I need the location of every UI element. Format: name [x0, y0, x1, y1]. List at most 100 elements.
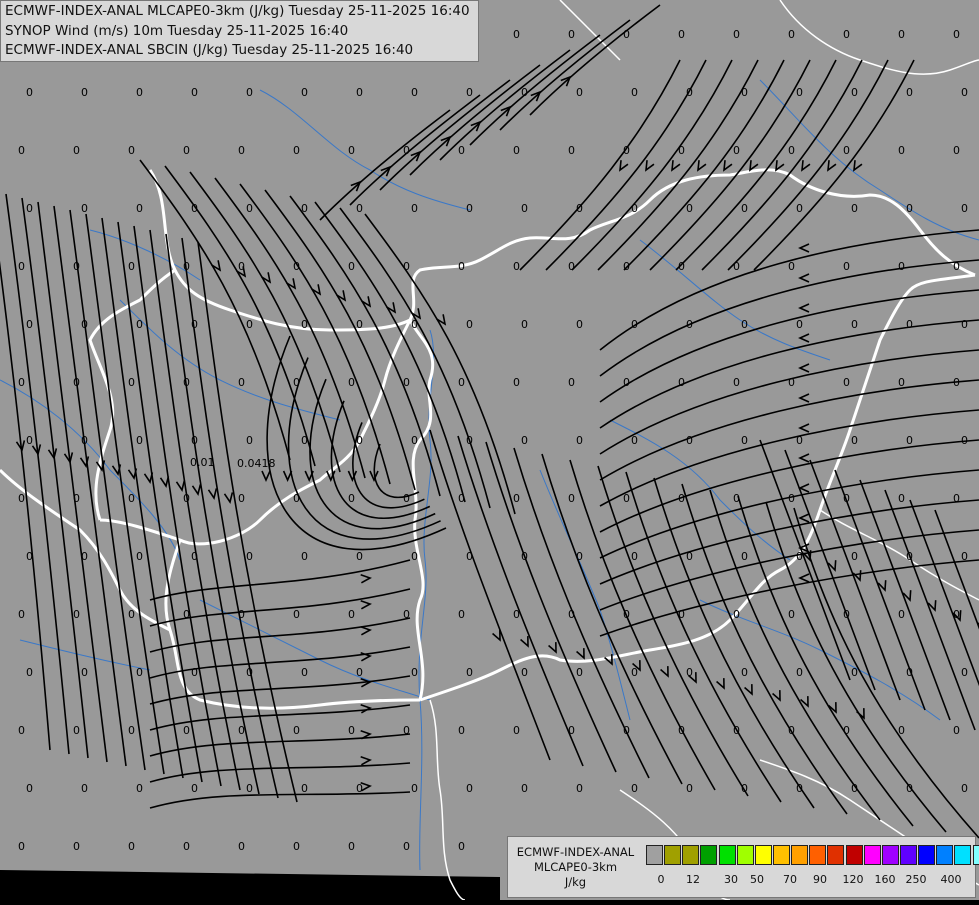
value-label: 0: [576, 202, 583, 215]
value-label: 0: [293, 492, 300, 505]
value-label: 0: [81, 550, 88, 563]
value-label: 0: [238, 144, 245, 157]
value-label: 0: [183, 376, 190, 389]
value-label: 0: [733, 28, 740, 41]
value-label: 0: [238, 376, 245, 389]
value-label: 0: [961, 318, 968, 331]
value-label: 0: [73, 608, 80, 621]
value-label: 0: [348, 144, 355, 157]
value-label: 0: [521, 550, 528, 563]
value-label: 0: [466, 550, 473, 563]
value-label: 0: [568, 376, 575, 389]
value-label: 0: [18, 724, 25, 737]
value-label: 0: [411, 666, 418, 679]
legend-swatch: [918, 845, 936, 865]
value-label: 0: [356, 434, 363, 447]
value-label: 0: [898, 492, 905, 505]
value-label: 0: [851, 202, 858, 215]
value-label: 0: [348, 724, 355, 737]
value-label: 0: [301, 550, 308, 563]
value-label: 0: [18, 144, 25, 157]
value-label: 0: [513, 608, 520, 621]
value-label: 0: [411, 202, 418, 215]
value-label: 0: [26, 318, 33, 331]
value-label: 0: [466, 666, 473, 679]
value-label: 0: [576, 434, 583, 447]
value-label: 0: [183, 724, 190, 737]
value-label: 0: [568, 260, 575, 273]
legend-tick-label: 70: [783, 873, 797, 886]
value-label: 0: [898, 260, 905, 273]
legend-tick-label: 12: [686, 873, 700, 886]
value-label: 0: [843, 724, 850, 737]
value-label: 0: [513, 28, 520, 41]
value-label: 0: [81, 434, 88, 447]
value-label: 0: [293, 260, 300, 273]
legend-line-2: MLCAPE0-3km: [533, 860, 618, 874]
value-label: 0: [301, 666, 308, 679]
value-label: 0: [293, 376, 300, 389]
value-label: 0: [136, 318, 143, 331]
value-label: 0: [961, 86, 968, 99]
value-label: 0: [623, 376, 630, 389]
value-label: 0: [906, 666, 913, 679]
value-label: 0: [356, 550, 363, 563]
value-label: 0: [81, 202, 88, 215]
value-label: 0: [568, 492, 575, 505]
value-label: 0: [128, 260, 135, 273]
value-label: 0: [686, 434, 693, 447]
color-legend: ECMWF-INDEX-ANAL MLCAPE0-3km J/kg 0 12 30 5…: [507, 836, 979, 898]
legend-tick-label: 30: [724, 873, 738, 886]
value-label: 0: [953, 28, 960, 41]
value-label: 0: [81, 86, 88, 99]
legend-swatch: [772, 845, 790, 865]
legend-tick-label: 400: [940, 873, 962, 886]
value-label: 0: [851, 318, 858, 331]
value-label: 0: [796, 86, 803, 99]
value-label: 0: [521, 86, 528, 99]
value-label: 0: [576, 318, 583, 331]
value-label: 0: [246, 666, 253, 679]
value-label: 0: [796, 318, 803, 331]
legend-swatch: [646, 845, 663, 865]
value-label: 0: [183, 608, 190, 621]
value-label: 0: [191, 86, 198, 99]
value-label: 0: [733, 608, 740, 621]
value-label: 0: [788, 724, 795, 737]
value-label: 0: [191, 550, 198, 563]
value-label: 0: [136, 86, 143, 99]
value-label: 0: [183, 260, 190, 273]
value-label: 0: [623, 608, 630, 621]
value-label: 0: [631, 86, 638, 99]
value-label: 0: [788, 608, 795, 621]
value-label: 0: [26, 202, 33, 215]
value-label: 0: [788, 28, 795, 41]
value-label: 0: [953, 608, 960, 621]
value-label: 0: [851, 86, 858, 99]
value-label: 0: [301, 434, 308, 447]
value-label: 0: [191, 434, 198, 447]
value-label: 0: [128, 724, 135, 737]
value-label: 0: [733, 724, 740, 737]
value-label: 0: [898, 724, 905, 737]
value-label-0-01: 0.01: [190, 456, 215, 469]
legend-swatch: [972, 845, 979, 865]
value-label: 0: [458, 492, 465, 505]
value-label: 0: [741, 550, 748, 563]
legend-swatch: [936, 845, 954, 865]
value-label: 0: [513, 492, 520, 505]
value-label: 0: [741, 318, 748, 331]
value-label: 0: [128, 376, 135, 389]
value-label: 0: [18, 260, 25, 273]
value-label: 0: [246, 782, 253, 795]
value-label: 0: [293, 724, 300, 737]
value-label: 0: [191, 318, 198, 331]
value-label: 0: [568, 144, 575, 157]
value-label: 0: [348, 608, 355, 621]
value-label: 0: [128, 492, 135, 505]
value-label: 0: [631, 318, 638, 331]
value-label: 0: [851, 434, 858, 447]
value-label: 0: [238, 492, 245, 505]
value-label: 0: [568, 608, 575, 621]
value-label: 0: [796, 782, 803, 795]
